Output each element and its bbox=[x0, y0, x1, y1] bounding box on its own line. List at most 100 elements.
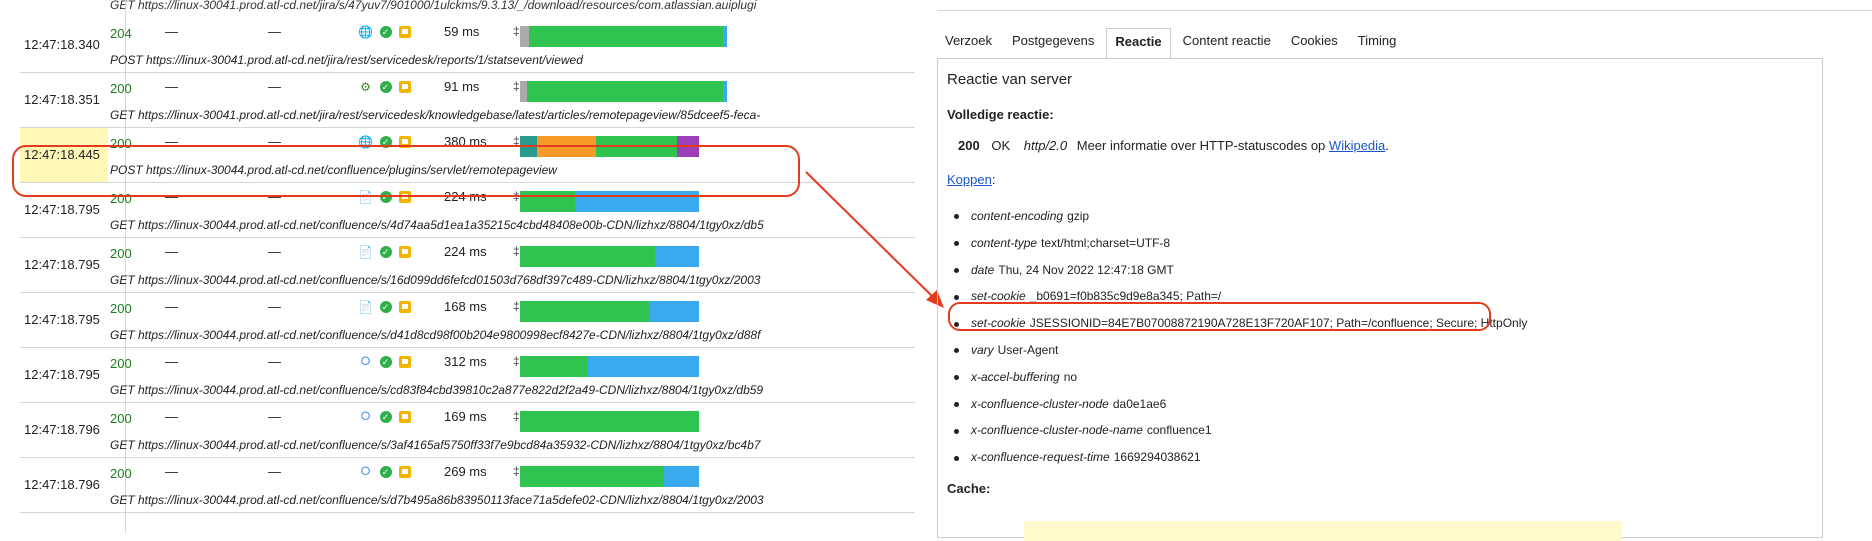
waterfall-handle-icon: ‡ bbox=[513, 409, 520, 423]
waterfall-segment bbox=[663, 466, 699, 487]
tab-cookies[interactable]: Cookies bbox=[1283, 28, 1346, 58]
request-url[interactable]: GET https://linux-30044.prod.atl-cd.net/… bbox=[110, 273, 910, 287]
request-url[interactable]: GET https://linux-30044.prod.atl-cd.net/… bbox=[110, 218, 910, 232]
code-icon: ⭘ bbox=[360, 464, 371, 478]
waterfall-segment bbox=[587, 356, 699, 377]
request-time: 12:47:18.796 bbox=[24, 422, 100, 437]
header-value: text/html;charset=UTF-8 bbox=[1041, 235, 1171, 250]
header-value: confluence1 bbox=[1146, 423, 1212, 438]
waterfall-bar bbox=[520, 246, 738, 267]
header-name: date bbox=[971, 262, 995, 277]
header-name: x-accel-buffering bbox=[971, 369, 1060, 384]
table-row[interactable]: 12:47:18.796 200 — — ⭘ ✓ 269 ms ‡ GET ht… bbox=[20, 458, 915, 513]
cell-dash: — bbox=[268, 354, 281, 369]
table-row[interactable]: 12:47:18.351 200 — — ⚙ ✓ 91 ms ‡ GET htt… bbox=[20, 73, 915, 128]
lock-icon bbox=[397, 354, 412, 369]
request-url[interactable]: POST https://linux-30041.prod.atl-cd.net… bbox=[110, 53, 910, 67]
request-time: 12:47:18.340 bbox=[24, 37, 100, 52]
lock-icon bbox=[397, 464, 412, 479]
waterfall-segment bbox=[520, 246, 656, 267]
duration: 224 ms bbox=[444, 244, 487, 259]
cell-dash: — bbox=[165, 79, 178, 94]
header-item: x-accel-buffering no bbox=[954, 370, 1077, 384]
waterfall-segment bbox=[655, 246, 699, 267]
cell-dash: — bbox=[268, 79, 281, 94]
cell-dash: — bbox=[165, 464, 178, 479]
request-time: 12:47:18.795 bbox=[24, 257, 100, 272]
header-item: content-encoding gzip bbox=[954, 209, 1089, 223]
cell-dash: — bbox=[268, 299, 281, 314]
header-item: x-confluence-cluster-node da0e1ae6 bbox=[954, 397, 1166, 411]
tab-reactie[interactable]: Reactie bbox=[1106, 28, 1171, 58]
status-code: 200 bbox=[110, 301, 132, 316]
table-row[interactable]: 12:47:18.340 204 — — 🌐 ✓ 59 ms ‡ POST ht… bbox=[20, 18, 915, 73]
cell-dash: — bbox=[165, 299, 178, 314]
cell-dash: — bbox=[165, 244, 178, 259]
response-dot: . bbox=[1385, 138, 1389, 153]
cell-dash: — bbox=[165, 409, 178, 424]
waterfall-bar bbox=[520, 466, 738, 487]
status-code: 204 bbox=[110, 26, 132, 41]
check-icon: ✓ bbox=[378, 409, 393, 424]
cell-dash: — bbox=[268, 464, 281, 479]
table-row[interactable]: 12:47:18.796 200 — — ⭘ ✓ 169 ms ‡ GET ht… bbox=[20, 403, 915, 458]
header-value: gzip bbox=[1067, 209, 1090, 223]
header-value: da0e1ae6 bbox=[1112, 396, 1167, 411]
tab-verzoek[interactable]: Verzoek bbox=[937, 28, 1000, 58]
response-panel: Reactie van server Volledige reactie: 20… bbox=[937, 58, 1823, 541]
request-url[interactable]: GET https://linux-30044.prod.atl-cd.net/… bbox=[110, 383, 910, 397]
status-code: 200 bbox=[110, 356, 132, 371]
table-row[interactable]: 12:47:18.795 200 — — ⭘ ✓ 312 ms ‡ GET ht… bbox=[20, 348, 915, 403]
header-value: Thu, 24 Nov 2022 12:47:18 GMT bbox=[998, 262, 1174, 277]
request-time: 12:47:18.795 bbox=[24, 312, 100, 327]
code-icon: ⭘ bbox=[360, 409, 371, 423]
request-time: 12:47:18.795 bbox=[24, 367, 100, 382]
header-name: content-type bbox=[971, 235, 1038, 250]
header-name: vary bbox=[971, 343, 994, 357]
lock-icon bbox=[397, 299, 412, 314]
lock-icon bbox=[397, 409, 412, 424]
wikipedia-link[interactable]: Wikipedia bbox=[1329, 138, 1385, 153]
tab-content-reactie[interactable]: Content reactie bbox=[1175, 28, 1279, 58]
check-icon: ✓ bbox=[378, 244, 393, 259]
request-url[interactable]: GET https://linux-30041.prod.atl-cd.net/… bbox=[110, 108, 910, 122]
waterfall-segment bbox=[520, 466, 664, 487]
header-item: content-type text/html;charset=UTF-8 bbox=[954, 236, 1170, 250]
waterfall-handle-icon: ‡ bbox=[513, 354, 520, 368]
response-more-info: Meer informatie over HTTP-statuscodes op bbox=[1076, 138, 1326, 153]
request-url[interactable]: GET https://linux-30044.prod.atl-cd.net/… bbox=[110, 328, 910, 342]
table-row[interactable]: 12:47:18.795 200 — — 📄 ✓ 224 ms ‡ GET ht… bbox=[20, 238, 915, 293]
header-value: no bbox=[1063, 369, 1078, 384]
check-icon: ✓ bbox=[378, 354, 393, 369]
cell-dash: — bbox=[165, 354, 178, 369]
tab-timing[interactable]: Timing bbox=[1350, 28, 1405, 58]
waterfall-segment bbox=[648, 301, 699, 322]
request-time: 12:47:18.351 bbox=[24, 92, 100, 107]
lock-icon bbox=[397, 24, 412, 39]
waterfall-segment bbox=[520, 411, 699, 432]
highlight-selected-request bbox=[12, 145, 800, 197]
status-code: 200 bbox=[110, 81, 132, 96]
duration: 91 ms bbox=[444, 79, 480, 94]
header-item: date Thu, 24 Nov 2022 12:47:18 GMT bbox=[954, 263, 1174, 277]
table-row[interactable]: 12:47:18.795 200 — — 📄 ✓ 168 ms ‡ GET ht… bbox=[20, 293, 915, 348]
duration: 169 ms bbox=[444, 409, 487, 424]
highlight-set-cookie bbox=[948, 302, 1491, 331]
panel-title: Reactie van server bbox=[947, 71, 1073, 88]
gear-icon: ⚙ bbox=[360, 79, 371, 94]
request-url[interactable]: GET https://linux-30041.prod.atl-cd.net/… bbox=[110, 0, 910, 12]
status-code: 200 bbox=[110, 466, 132, 481]
tab-postgegevens[interactable]: Postgegevens bbox=[1004, 28, 1102, 58]
duration: 269 ms bbox=[444, 464, 487, 479]
header-name: x-confluence-cluster-node-name bbox=[971, 423, 1143, 438]
duration: 168 ms bbox=[444, 299, 487, 314]
request-time: 12:47:18.796 bbox=[24, 477, 100, 492]
request-url[interactable]: GET https://linux-30044.prod.atl-cd.net/… bbox=[110, 438, 910, 452]
request-url[interactable]: GET https://linux-30044.prod.atl-cd.net/… bbox=[110, 493, 910, 507]
response-line: 200 OK http/2.0 Meer informatie over HTT… bbox=[958, 138, 1389, 153]
full-response-label: Volledige reactie: bbox=[947, 107, 1054, 122]
detail-pane: Verzoek Postgegevens Reactie Content reacti… bbox=[937, 0, 1872, 541]
response-protocol: http/2.0 bbox=[1023, 138, 1068, 153]
headers-link[interactable]: Koppen bbox=[947, 172, 992, 187]
cell-dash: — bbox=[268, 409, 281, 424]
